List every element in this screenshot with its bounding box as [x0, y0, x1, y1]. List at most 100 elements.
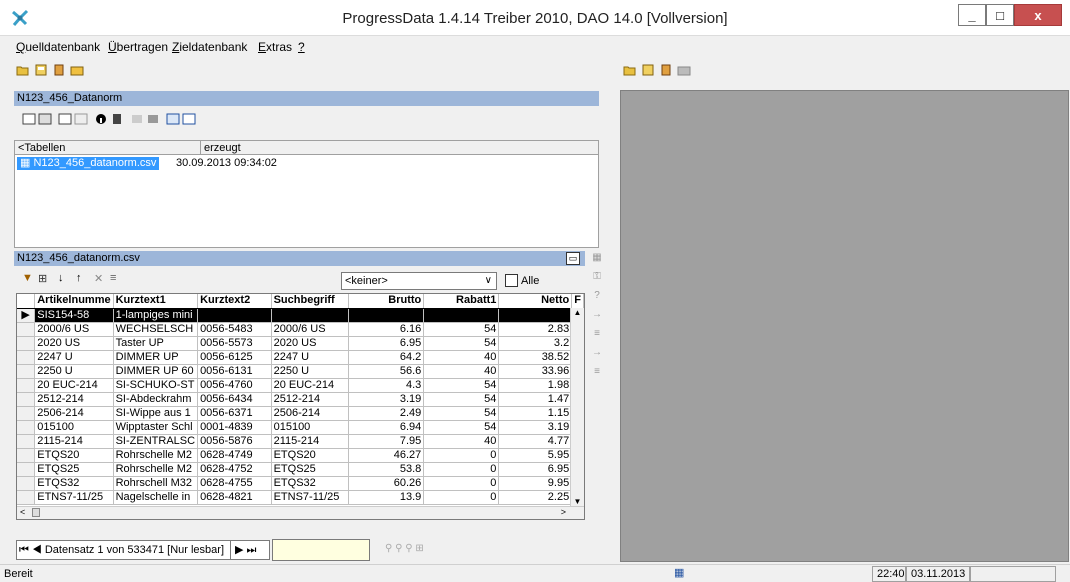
table-cell[interactable]: [197, 308, 272, 323]
table-row[interactable]: 2250 U DIMMER UP 60 0056-6131 2250 U 56.6 40 3…: [17, 364, 584, 379]
menu-zieldatenbank[interactable]: Zieldatenbank: [172, 40, 247, 54]
column-header[interactable]: Rabatt1: [423, 294, 500, 309]
table-cell[interactable]: 7.95: [348, 434, 425, 449]
table-cell[interactable]: Rohrschelle M2: [113, 448, 199, 463]
table-cell[interactable]: 2512-214: [34, 392, 114, 407]
table-cell[interactable]: 54: [423, 392, 500, 407]
table-cell[interactable]: 0056-6434: [197, 392, 272, 407]
detail-view-icon[interactable]: [182, 113, 196, 125]
table-cell[interactable]: [348, 308, 425, 323]
table-cell[interactable]: 46.27: [348, 448, 425, 463]
table-cell[interactable]: 0628-4749: [197, 448, 272, 463]
table-cell[interactable]: 40: [423, 434, 500, 449]
menu-help[interactable]: ?: [298, 40, 305, 54]
table-cell[interactable]: Nagelschelle in: [113, 490, 199, 505]
table-cell[interactable]: SI-ZENTRALSC: [113, 434, 199, 449]
table-row[interactable]: ETQS20 Rohrschelle M2 0628-4749 ETQS20 46.27…: [17, 448, 584, 463]
first-record-icon[interactable]: ⏮: [19, 544, 29, 556]
table-cell[interactable]: 20 EUC-214: [34, 378, 114, 393]
menu-quelldatenbank[interactable]: Quelldatenbank: [16, 40, 100, 54]
table-cell[interactable]: ETQS25: [34, 462, 114, 477]
table-cell[interactable]: DIMMER UP: [113, 350, 199, 365]
info-icon[interactable]: [94, 113, 108, 125]
form-icon[interactable]: [58, 113, 72, 125]
filter-icon[interactable]: ▼: [22, 272, 33, 284]
table-row[interactable]: ETQS32 Rohrschell M32 0628-4755 ETQS32 60.26…: [17, 476, 584, 491]
sort-descending-icon[interactable]: ↑: [76, 272, 82, 284]
book-icon[interactable]: [110, 113, 124, 125]
table-cell[interactable]: 5.95: [498, 448, 573, 463]
print-icon[interactable]: [641, 64, 655, 76]
table-row[interactable]: 015100 Wipptaster Schl 0001-4839 015100 6.94…: [17, 420, 584, 435]
close-button[interactable]: x: [1014, 4, 1062, 26]
table-cell[interactable]: 53.8: [348, 462, 425, 477]
scroll-down-icon[interactable]: ▼: [571, 497, 584, 506]
table-cell[interactable]: DIMMER UP 60: [113, 364, 199, 379]
table-cell[interactable]: 3.2: [498, 336, 573, 351]
column-header[interactable]: Netto: [498, 294, 573, 309]
row-selector[interactable]: [17, 406, 36, 421]
menu-extras[interactable]: Extras: [258, 40, 292, 54]
scroll-thumb[interactable]: [32, 508, 40, 517]
table-cell[interactable]: 2506-214: [271, 406, 350, 421]
row-selector[interactable]: [17, 322, 36, 337]
table-cell[interactable]: 6.94: [348, 420, 425, 435]
column-header[interactable]: Kurztext2: [197, 294, 272, 309]
table-cell[interactable]: 0056-6131: [197, 364, 272, 379]
table-cell[interactable]: 2512-214: [271, 392, 350, 407]
table-cell[interactable]: Wipptaster Schl: [113, 420, 199, 435]
table-cell[interactable]: 0056-6125: [197, 350, 272, 365]
scroll-right-icon[interactable]: >: [561, 507, 566, 517]
table-cell[interactable]: SI-SCHUKO-ST: [113, 378, 199, 393]
table-cell[interactable]: 1-lampiges mini: [113, 308, 199, 323]
table-cell[interactable]: 2506-214: [34, 406, 114, 421]
table-cell[interactable]: 6.95: [498, 462, 573, 477]
row-selector[interactable]: [17, 434, 36, 449]
table-row[interactable]: 2247 U DIMMER UP 0056-6125 2247 U 64.2 40 38.5…: [17, 350, 584, 365]
table-cell[interactable]: 0628-4821: [197, 490, 272, 505]
table-cell[interactable]: 9.95: [498, 476, 573, 491]
table-cell[interactable]: 4.77: [498, 434, 573, 449]
table-cell[interactable]: 0: [423, 476, 500, 491]
table-cell[interactable]: WECHSELSCH: [113, 322, 199, 337]
table-cell[interactable]: 40: [423, 350, 500, 365]
column-header-erzeugt[interactable]: erzeugt: [200, 141, 241, 155]
row-selector[interactable]: [17, 420, 36, 435]
table-cell[interactable]: SIS154-58: [34, 308, 114, 323]
menu-uebertragen[interactable]: Übertragen: [108, 40, 168, 54]
table-cell[interactable]: 56.6: [348, 364, 425, 379]
table-cell[interactable]: 13.9: [348, 490, 425, 505]
group-icon[interactable]: ⊞: [38, 272, 47, 285]
table-cell[interactable]: 64.2: [348, 350, 425, 365]
row-selector[interactable]: [17, 476, 36, 491]
column-header[interactable]: F: [571, 294, 584, 309]
next-record-icon[interactable]: ▶: [235, 544, 243, 556]
table-row[interactable]: 2115-214 SI-ZENTRALSC 0056-5876 2115-214 7.9…: [17, 434, 584, 449]
table-cell[interactable]: 54: [423, 378, 500, 393]
table-cell[interactable]: SI-Wippe aus 1: [113, 406, 199, 421]
table-cell[interactable]: 2000/6 US: [34, 322, 114, 337]
folder-icon[interactable]: [70, 64, 84, 76]
sort-ascending-icon[interactable]: ↓: [58, 272, 64, 284]
table-cell[interactable]: 3.19: [498, 420, 573, 435]
table-cell[interactable]: 0: [423, 448, 500, 463]
table-cell[interactable]: 015100: [271, 420, 350, 435]
table-cell[interactable]: 38.52: [498, 350, 573, 365]
column-header-tabellen[interactable]: <Tabellen: [18, 141, 65, 155]
print-icon[interactable]: [34, 64, 48, 76]
scroll-left-icon[interactable]: <: [20, 507, 25, 517]
table-cell[interactable]: 2250 U: [271, 364, 350, 379]
open-folder-icon[interactable]: [623, 64, 637, 76]
table-cell[interactable]: SI-Abdeckrahm: [113, 392, 199, 407]
table-cell[interactable]: 0628-4755: [197, 476, 272, 491]
column-header[interactable]: Artikelnumme: [34, 294, 114, 309]
row-selector[interactable]: [17, 364, 36, 379]
table-cell[interactable]: ETQS32: [34, 476, 114, 491]
table-cell[interactable]: ETQS32: [271, 476, 350, 491]
table-cell[interactable]: ETQS25: [271, 462, 350, 477]
table-cell[interactable]: 20 EUC-214: [271, 378, 350, 393]
vertical-scrollbar[interactable]: ▲ ▼: [570, 308, 584, 506]
table-cell[interactable]: Rohrschelle M2: [113, 462, 199, 477]
table-cell[interactable]: 2115-214: [271, 434, 350, 449]
table-cell[interactable]: 0056-5573: [197, 336, 272, 351]
